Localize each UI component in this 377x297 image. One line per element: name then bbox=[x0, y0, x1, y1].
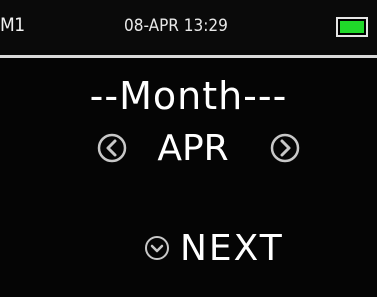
profile-label: M1 bbox=[0, 14, 25, 36]
chevron-down-circle-icon bbox=[144, 235, 170, 261]
month-value: APR bbox=[157, 128, 229, 169]
datetime-display: 08-APR 13:29 bbox=[124, 16, 228, 36]
month-selector: APR bbox=[0, 128, 377, 169]
setting-title: --Month--- bbox=[89, 74, 288, 118]
battery-level-fill bbox=[340, 21, 364, 33]
header-divider bbox=[0, 55, 377, 58]
next-button-label: NEXT bbox=[180, 228, 284, 269]
next-button[interactable]: NEXT bbox=[0, 228, 377, 269]
chevron-right-circle-icon[interactable] bbox=[270, 133, 300, 163]
status-bar: M1 08-APR 13:29 bbox=[0, 0, 377, 56]
device-screen: M1 08-APR 13:29 --Month--- APR NEXT bbox=[0, 0, 377, 297]
battery-full-icon bbox=[336, 17, 368, 37]
chevron-left-circle-icon[interactable] bbox=[97, 133, 127, 163]
